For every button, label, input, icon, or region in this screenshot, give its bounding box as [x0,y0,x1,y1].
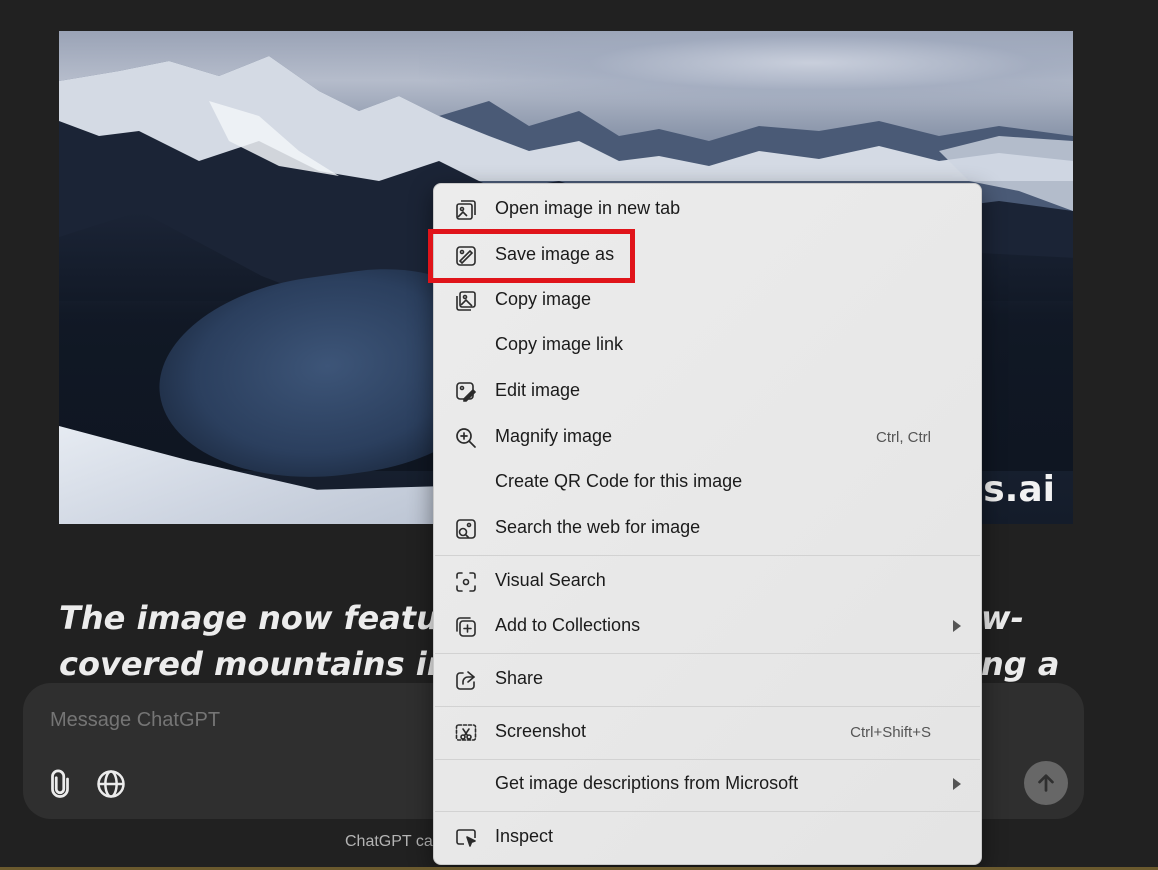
collections-icon [454,615,478,639]
edit-image-icon [454,380,478,404]
menu-separator [435,706,980,707]
menu-item-magnify-image[interactable]: Magnify image Ctrl, Ctrl [440,418,975,458]
menu-item-label: Share [495,668,544,688]
menu-item-get-image-descriptions[interactable]: Get image descriptions from Microsoft [440,765,975,805]
menu-item-shortcut: Ctrl+Shift+S [850,724,931,741]
submenu-arrow-icon [953,778,961,790]
menu-item-shortcut: Ctrl, Ctrl [876,429,931,446]
menu-item-create-qr-code[interactable]: Create QR Code for this image [440,463,975,503]
send-button[interactable] [1024,761,1068,805]
highlight-annotation [428,229,635,283]
menu-item-label: Copy image [495,289,592,309]
inspect-icon [454,826,478,850]
copy-image-icon [454,289,478,313]
menu-item-label: Add to Collections [495,615,641,635]
menu-item-add-to-collections[interactable]: Add to Collections [440,607,975,647]
arrow-up-icon [1038,774,1054,792]
paperclip-icon[interactable] [45,769,75,799]
image-search-icon [454,517,478,541]
menu-item-label: Search the web for image [495,517,701,537]
menu-item-edit-image[interactable]: Edit image [440,372,975,412]
menu-separator [435,759,980,760]
response-line-1-start: The image now features [59,599,496,637]
menu-item-share[interactable]: Share [440,660,975,700]
menu-item-copy-image[interactable]: Copy image [440,281,975,321]
menu-item-visual-search[interactable]: Visual Search [440,562,975,602]
globe-icon[interactable] [96,769,126,799]
disclaimer-text: ChatGPT ca [345,833,433,850]
response-line-1-end: w- [981,599,1024,637]
menu-item-label: Inspect [495,826,554,846]
context-menu: Open image in new tab Save image as Copy… [433,183,982,865]
menu-separator [435,811,980,812]
screenshot-icon [454,721,478,745]
menu-item-label: Get image descriptions from Microsoft [495,773,799,793]
menu-item-label: Screenshot [495,721,587,741]
visual-search-icon [454,570,478,594]
menu-item-inspect[interactable]: Inspect [440,818,975,858]
message-input[interactable] [50,709,430,732]
menu-item-copy-image-link[interactable]: Copy image link [440,326,975,366]
menu-item-label: Copy image link [495,334,624,354]
menu-item-screenshot[interactable]: Screenshot Ctrl+Shift+S [440,713,975,753]
menu-item-label: Edit image [495,380,581,400]
response-line-2-end: ng a [981,645,1060,683]
menu-item-open-image-new-tab[interactable]: Open image in new tab [440,190,975,230]
menu-item-search-web-for-image[interactable]: Search the web for image [440,509,975,549]
menu-separator [435,555,980,556]
menu-item-label: Visual Search [495,570,606,590]
menu-item-label: Magnify image [495,426,613,446]
magnify-icon [454,426,478,450]
menu-separator [435,653,980,654]
open-in-new-tab-icon [454,198,478,222]
menu-item-label: Open image in new tab [495,198,681,218]
menu-item-label: Create QR Code for this image [495,471,743,491]
share-icon [454,668,478,692]
submenu-arrow-icon [953,620,961,632]
